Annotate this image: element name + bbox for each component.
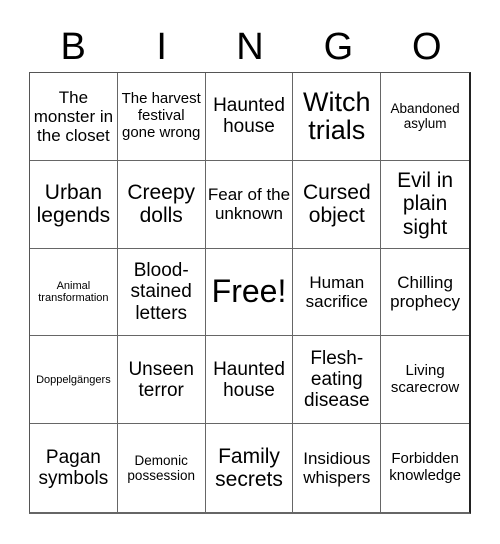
bingo-header: B I N G O	[29, 22, 471, 72]
free-space-cell[interactable]: Free!	[205, 248, 294, 337]
bingo-board: The monster in the closet The harvest fe…	[29, 72, 471, 514]
bingo-cell[interactable]: Haunted house	[205, 336, 294, 425]
bingo-cell[interactable]: Urban legends	[30, 160, 118, 249]
header-letter-n: N	[236, 26, 264, 68]
header-letter-o: O	[412, 26, 442, 68]
bingo-cell[interactable]: The harvest festival gone wrong	[117, 73, 206, 161]
bingo-cell[interactable]: Haunted house	[205, 73, 294, 161]
bingo-cell[interactable]: Cursed object	[293, 160, 382, 249]
bingo-cell[interactable]: Evil in plain sight	[381, 161, 469, 249]
bingo-cell[interactable]: Insidious whispers	[293, 424, 382, 512]
bingo-cell[interactable]: Doppelgängers	[30, 336, 118, 425]
bingo-cell[interactable]: Chilling prophecy	[381, 249, 469, 337]
bingo-cell[interactable]: Creepy dolls	[117, 160, 206, 249]
bingo-cell[interactable]: Human sacrifice	[293, 248, 382, 337]
bingo-cell[interactable]: Witch trials	[293, 73, 382, 161]
header-letter-g: G	[323, 26, 354, 68]
header-letter-i: I	[156, 26, 167, 68]
bingo-cell[interactable]: Demonic possession	[118, 424, 206, 512]
bingo-cell[interactable]: Pagan symbols	[30, 424, 118, 512]
bingo-cell[interactable]: Blood-stained letters	[117, 248, 206, 337]
bingo-cell[interactable]: Abandoned asylum	[381, 73, 469, 161]
bingo-cell[interactable]: Flesh-eating disease	[293, 336, 382, 425]
bingo-cell[interactable]: Animal transformation	[30, 248, 118, 337]
bingo-cell[interactable]: Forbidden knowledge	[381, 424, 469, 512]
header-letter-b: B	[60, 26, 86, 68]
bingo-cell[interactable]: Fear of the unknown	[205, 160, 294, 249]
bingo-cell[interactable]: Family secrets	[206, 424, 294, 512]
bingo-cell[interactable]: Living scarecrow	[381, 336, 469, 425]
bingo-cell[interactable]: Unseen terror	[117, 336, 206, 425]
bingo-cell[interactable]: The monster in the closet	[30, 73, 118, 161]
